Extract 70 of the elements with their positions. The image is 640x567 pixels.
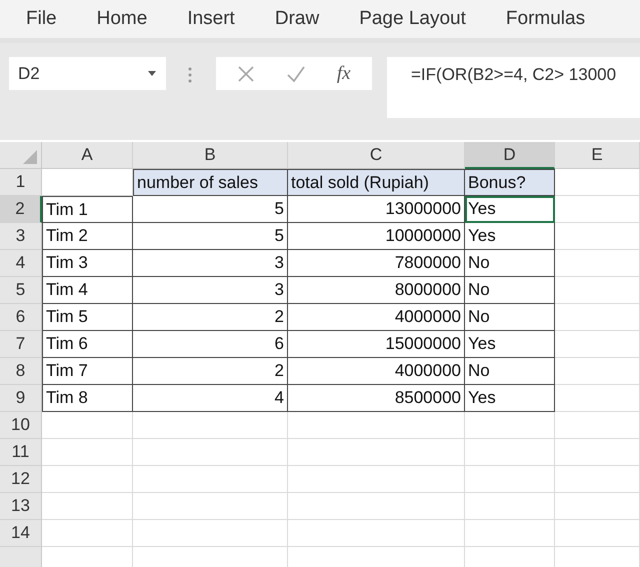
table-cell: number of sales [133, 169, 288, 196]
checkmark-icon[interactable] [286, 64, 306, 82]
table-cell: No [465, 304, 555, 331]
insert-function-button[interactable]: fx [336, 62, 351, 84]
column-header[interactable]: B [133, 142, 288, 169]
table-cell: 5 [133, 196, 288, 223]
row-header[interactable]: 7 [0, 331, 42, 358]
row-header[interactable]: 6 [0, 304, 42, 331]
column-header[interactable]: D [465, 142, 555, 169]
row-header[interactable]: 14 [0, 520, 42, 547]
table-cell: Tim 1 [42, 196, 133, 223]
table-cell: 15000000 [288, 331, 465, 358]
table-cell: 6 [133, 331, 288, 358]
row-header[interactable]: 2 [0, 196, 42, 223]
cancel-icon[interactable] [237, 64, 256, 82]
table-cell: total sold (Rupiah) [288, 169, 465, 196]
table-cell: 10000000 [288, 223, 465, 250]
table-cell: 4000000 [288, 358, 465, 385]
menu-tab[interactable]: Formulas [506, 8, 586, 30]
column-header[interactable]: E [555, 142, 640, 169]
table-cell: 4000000 [288, 304, 465, 331]
table-cell: Tim 2 [42, 223, 133, 250]
column-header[interactable]: A [42, 142, 133, 169]
row-header[interactable] [0, 547, 42, 567]
menu-tab[interactable]: Insert [187, 8, 235, 30]
table-cell: Tim 8 [42, 385, 133, 412]
row-header[interactable]: 3 [0, 223, 42, 250]
active-cell[interactable]: Yes [465, 196, 555, 223]
table-cell: Yes [465, 331, 555, 358]
row-header[interactable]: 1 [0, 169, 42, 196]
row-header[interactable]: 12 [0, 466, 42, 493]
table-cell: Tim 5 [42, 304, 133, 331]
row-header[interactable]: 8 [0, 358, 42, 385]
name-box[interactable]: D2 [9, 57, 166, 90]
table-cell: Tim 3 [42, 250, 133, 277]
grip-dots-icon [188, 67, 192, 83]
table-cell: No [465, 358, 555, 385]
table-cell: 13000000 [288, 196, 465, 223]
table-cell: 2 [133, 304, 288, 331]
table-cell: Tim 4 [42, 277, 133, 304]
table-cell: 7800000 [288, 250, 465, 277]
table-cell: 3 [133, 277, 288, 304]
table-cell: 4 [133, 385, 288, 412]
table-cell: Bonus? [465, 169, 555, 196]
table-cell: Yes [465, 223, 555, 250]
cell-reference: D2 [18, 64, 40, 84]
row-header[interactable]: 13 [0, 493, 42, 520]
table-cell: 5 [133, 223, 288, 250]
table-cell: Tim 7 [42, 358, 133, 385]
row-header[interactable]: 11 [0, 439, 42, 466]
row-header[interactable]: 5 [0, 277, 42, 304]
row-header[interactable]: 9 [0, 385, 42, 412]
menu-tab[interactable]: Draw [274, 8, 320, 30]
table-cell: 8500000 [288, 385, 465, 412]
column-header[interactable]: C [288, 142, 465, 169]
row-header[interactable]: 10 [0, 412, 42, 439]
formula-input[interactable]: =IF(OR(B2>=4, C2> 13000 [387, 57, 640, 118]
table-cell: 3 [133, 250, 288, 277]
table-cell: 8000000 [288, 277, 465, 304]
table-cell: 2 [133, 358, 288, 385]
dropdown-caret-icon [148, 71, 156, 76]
menu-tab[interactable]: Page Layout [359, 8, 466, 30]
table-cell: Tim 6 [42, 331, 133, 358]
select-all-triangle-icon [23, 150, 37, 164]
table-cell: No [465, 250, 555, 277]
table-cell: No [465, 277, 555, 304]
menu-tab[interactable]: File [26, 8, 57, 30]
row-header[interactable]: 4 [0, 250, 42, 277]
table-cell: Yes [465, 385, 555, 412]
menu-tab[interactable]: Home [96, 8, 148, 30]
